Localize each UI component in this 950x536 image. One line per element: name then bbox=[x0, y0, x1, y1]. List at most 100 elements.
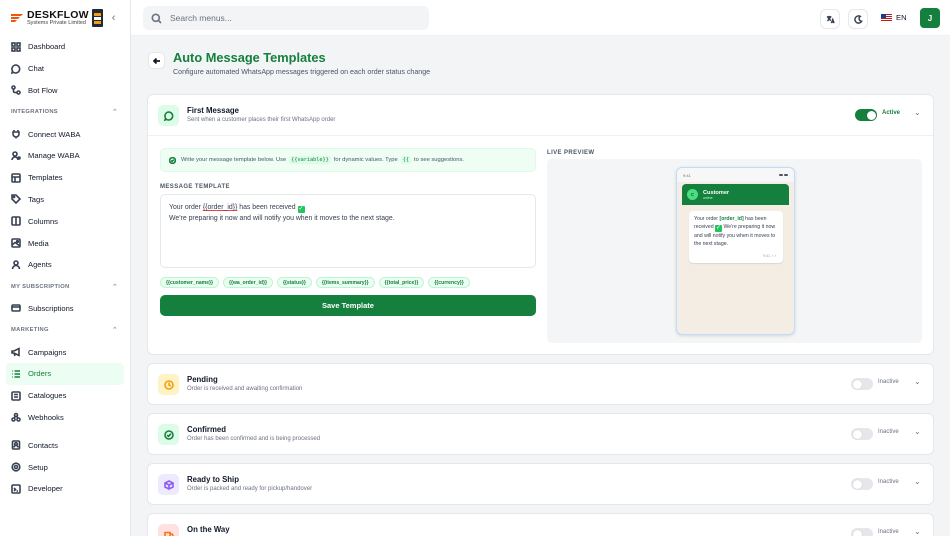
sidebar-item-orders[interactable]: Orders bbox=[6, 362, 124, 385]
back-button[interactable] bbox=[148, 52, 165, 69]
section-my-subscription[interactable]: MY SUBSCRIPTION ⌃ bbox=[6, 276, 124, 298]
variable-chip[interactable]: {{wa_order_id}} bbox=[223, 277, 273, 288]
live-preview-label: LIVE PREVIEW bbox=[547, 150, 595, 156]
sidebar-item-label: Media bbox=[28, 238, 49, 248]
card-title: First Message bbox=[187, 106, 240, 115]
variable-chip[interactable]: {{items_summary}} bbox=[315, 277, 375, 288]
card-icon bbox=[158, 374, 179, 395]
card-icon bbox=[11, 304, 21, 313]
pending-toggle[interactable] bbox=[851, 378, 873, 390]
ready-to-ship-card[interactable]: Ready to Ship Order is packed and ready … bbox=[147, 463, 934, 505]
sidebar-item-label: Bot Flow bbox=[28, 85, 58, 95]
message-time: 9:41 ✓✓ bbox=[762, 253, 777, 258]
collapse-sidebar-icon[interactable]: ‹ bbox=[112, 12, 116, 24]
variable-chip[interactable]: {{customer_name}} bbox=[160, 277, 219, 288]
page-title: Auto Message Templates bbox=[173, 50, 326, 65]
sidebar-item-dashboard[interactable]: Dashboard bbox=[6, 36, 124, 58]
sidebar-item-developer[interactable]: Developer bbox=[6, 478, 124, 500]
chevron-down-icon[interactable]: ⌄ bbox=[914, 477, 924, 489]
variable-chips: {{customer_name}} {{wa_order_id}} {{stat… bbox=[160, 277, 470, 288]
sidebar-item-contacts[interactable]: Contacts bbox=[6, 434, 124, 456]
language-selector[interactable]: EN bbox=[881, 13, 907, 22]
signal-icon bbox=[779, 174, 788, 176]
sidebar-item-webhooks[interactable]: Webhooks bbox=[6, 407, 124, 429]
sidebar-item-connect-waba[interactable]: Connect WABA bbox=[6, 123, 124, 145]
user-gear-icon bbox=[11, 151, 21, 161]
topbar: EN J bbox=[131, 0, 950, 36]
avatar[interactable]: J bbox=[920, 8, 940, 28]
message-template-textarea[interactable]: Your order {{order_id}} has been receive… bbox=[160, 194, 536, 268]
variable-chip[interactable]: {{total_price}} bbox=[378, 277, 425, 288]
sidebar-item-label: Developer bbox=[28, 484, 63, 494]
confirmed-card[interactable]: Confirmed Order has been confirmed and i… bbox=[147, 413, 934, 455]
card-description: Sent when a customer places their first … bbox=[187, 117, 336, 123]
save-template-button[interactable]: Save Template bbox=[160, 295, 536, 316]
grid-icon bbox=[11, 42, 21, 52]
message-bubble: Your order [order_id] has been received … bbox=[689, 211, 783, 263]
sidebar-item-subscriptions[interactable]: Subscriptions bbox=[6, 298, 124, 320]
chevron-down-icon[interactable]: ⌄ bbox=[914, 108, 924, 120]
chevron-down-icon[interactable]: ⌄ bbox=[914, 377, 924, 389]
sidebar-item-agents[interactable]: Agents bbox=[6, 254, 124, 276]
moon-icon bbox=[853, 14, 863, 24]
sidebar-item-label: Tags bbox=[28, 194, 45, 204]
status-label: Inactive bbox=[878, 529, 899, 535]
pending-card[interactable]: Pending Order is received and awaiting c… bbox=[147, 363, 934, 405]
language-label: EN bbox=[896, 13, 907, 22]
logo-mark-icon bbox=[11, 14, 23, 22]
variable-pill: {{variable}} bbox=[289, 156, 331, 164]
sidebar-item-campaigns[interactable]: Campaigns bbox=[6, 341, 124, 363]
developer-icon bbox=[11, 484, 21, 494]
card-title: Pending bbox=[187, 375, 218, 384]
search-icon bbox=[151, 13, 162, 24]
info-check-icon bbox=[169, 156, 176, 164]
chevron-down-icon[interactable]: ⌄ bbox=[914, 527, 924, 536]
sidebar-item-label: Agents bbox=[28, 260, 52, 270]
page-subtitle: Configure automated WhatsApp messages tr… bbox=[173, 68, 431, 76]
chevron-down-icon[interactable]: ⌄ bbox=[914, 427, 924, 439]
live-preview-panel: 9:41 C Customer online Your order [order… bbox=[547, 159, 922, 343]
status-label: Inactive bbox=[878, 379, 899, 385]
section-marketing[interactable]: MARKETING ⌃ bbox=[6, 319, 124, 341]
first-message-card: First Message Sent when a customer place… bbox=[147, 94, 934, 355]
sidebar: DESKFLOW Systems Private Limited ‹ Dashb… bbox=[0, 0, 131, 536]
translate-button[interactable] bbox=[820, 9, 840, 29]
sidebar-item-label: Webhooks bbox=[28, 412, 64, 422]
theme-toggle-button[interactable] bbox=[848, 9, 868, 29]
search-input[interactable] bbox=[170, 13, 410, 23]
first-message-header[interactable]: First Message Sent when a customer place… bbox=[148, 95, 933, 135]
settings-icon bbox=[11, 462, 21, 472]
logo[interactable]: DESKFLOW Systems Private Limited ‹ bbox=[0, 0, 130, 36]
sidebar-item-bot-flow[interactable]: Bot Flow bbox=[6, 80, 124, 102]
sidebar-item-tags[interactable]: Tags bbox=[6, 189, 124, 211]
sidebar-item-manage-waba[interactable]: Manage WABA bbox=[6, 145, 124, 167]
on-the-way-card[interactable]: On the Way Inactive ⌄ bbox=[147, 513, 934, 536]
sidebar-item-chat[interactable]: Chat bbox=[6, 58, 124, 80]
sidebar-item-label: Orders bbox=[28, 369, 52, 379]
search-box[interactable] bbox=[143, 6, 429, 30]
variable-chip[interactable]: {{currency}} bbox=[428, 277, 470, 288]
brace-pill: {{ bbox=[400, 156, 411, 164]
sidebar-item-label: Contacts bbox=[28, 440, 58, 450]
sidebar-item-columns[interactable]: Columns bbox=[6, 210, 124, 232]
sidebar-item-label: Manage WABA bbox=[28, 151, 80, 161]
sidebar-item-setup[interactable]: Setup bbox=[6, 456, 124, 478]
confirmed-toggle[interactable] bbox=[851, 428, 873, 440]
first-message-toggle[interactable] bbox=[855, 109, 877, 121]
variable-chip[interactable]: {{status}} bbox=[276, 277, 312, 288]
us-flag-icon bbox=[881, 14, 892, 21]
section-integrations[interactable]: INTEGRATIONS ⌃ bbox=[6, 101, 124, 123]
megaphone-icon bbox=[11, 347, 20, 357]
ready-to-ship-toggle[interactable] bbox=[851, 478, 873, 490]
chat-status: online bbox=[703, 195, 713, 200]
card-description: Order is received and awaiting confirmat… bbox=[187, 386, 303, 392]
sidebar-item-label: Catalogues bbox=[28, 391, 67, 401]
chat-name: Customer bbox=[703, 189, 730, 196]
sidebar-item-media[interactable]: Media bbox=[6, 232, 124, 254]
sidebar-item-templates[interactable]: Templates bbox=[6, 167, 124, 189]
sidebar-item-label: Templates bbox=[28, 173, 63, 183]
sidebar-item-catalogues[interactable]: Catalogues bbox=[6, 385, 124, 407]
catalogue-icon bbox=[11, 390, 21, 401]
on-the-way-toggle[interactable] bbox=[851, 528, 873, 536]
list-icon bbox=[12, 370, 20, 378]
